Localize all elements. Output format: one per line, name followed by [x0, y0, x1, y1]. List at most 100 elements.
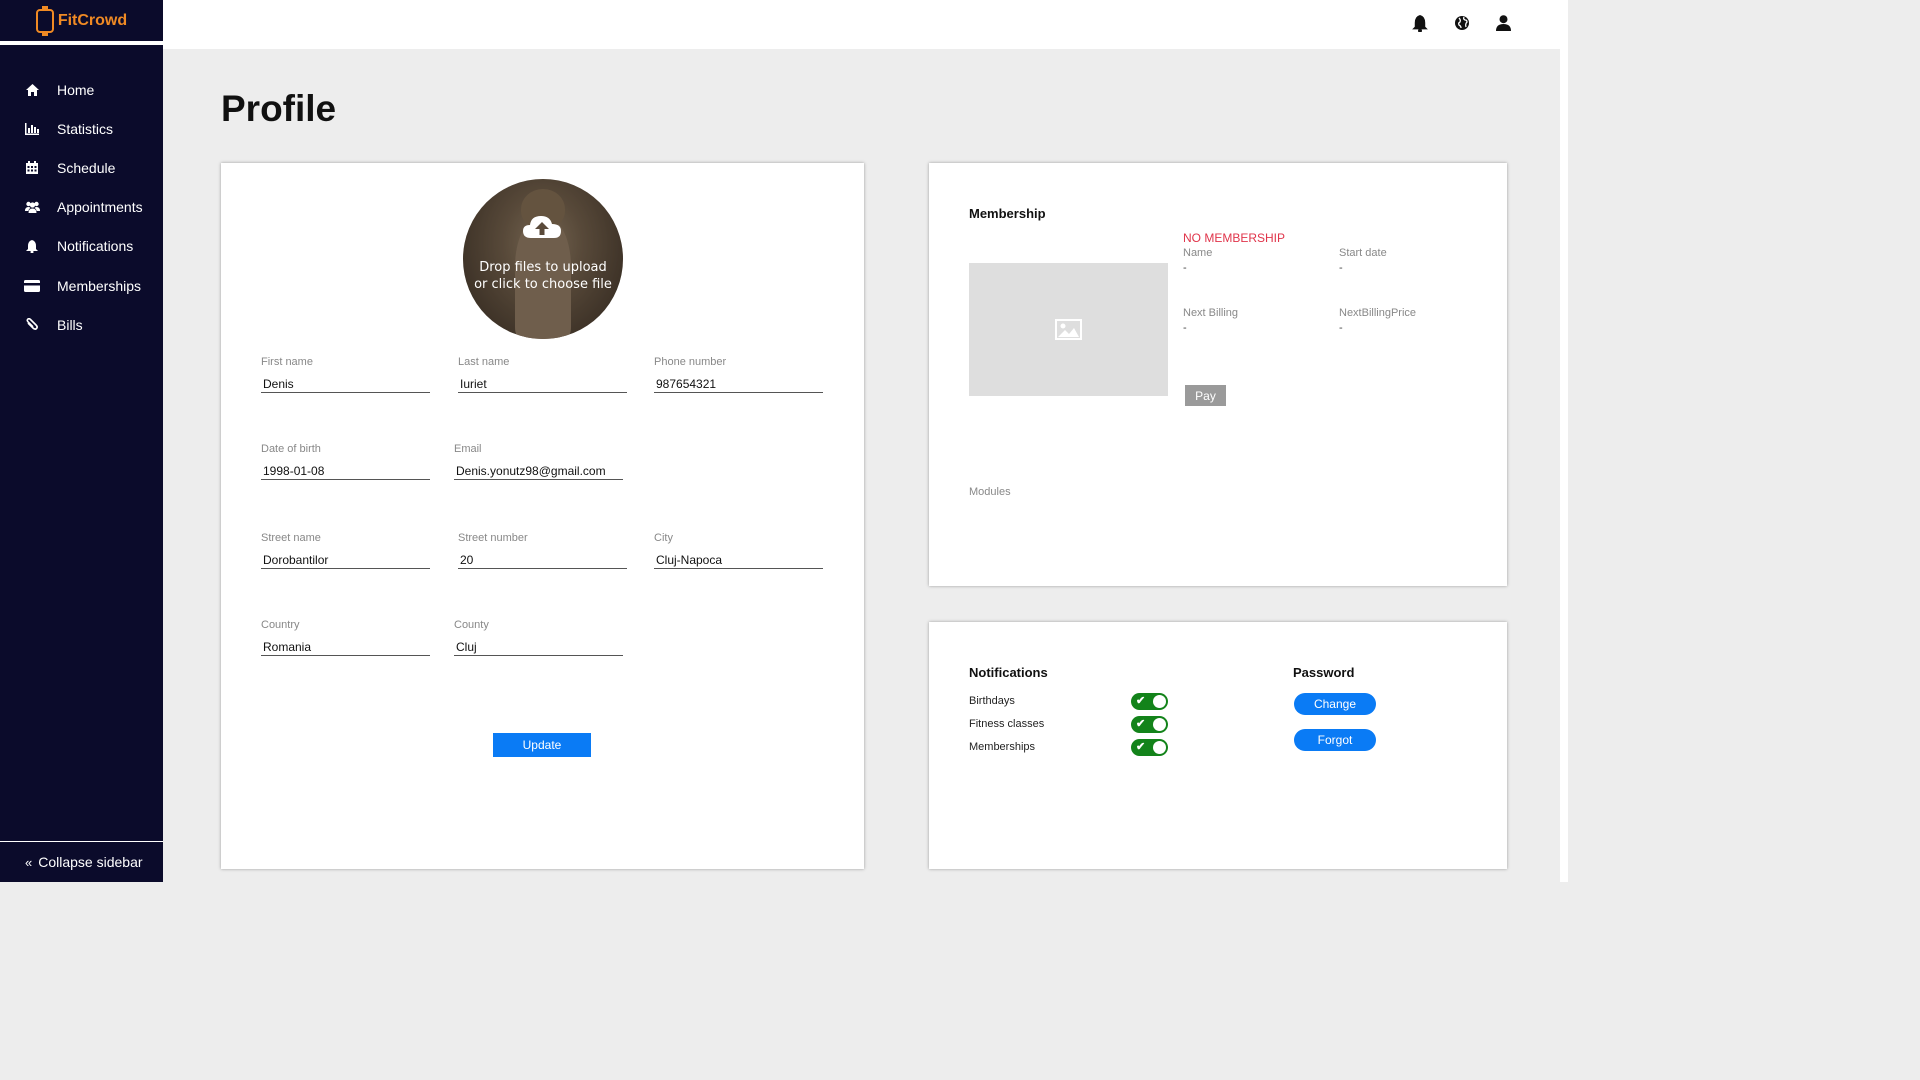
page-title: Profile	[221, 88, 337, 129]
sidebar-item-label: Bills	[57, 316, 83, 333]
street-number-label: Street number	[458, 532, 528, 544]
sidebar: FitCrowd Home Statistics Schedule Appoin…	[0, 0, 163, 882]
cloud-upload-icon	[523, 216, 561, 238]
toggle-knob	[1153, 718, 1166, 731]
image-icon	[1055, 319, 1082, 340]
start-date-value: -	[1339, 262, 1343, 274]
city-input[interactable]	[654, 553, 823, 569]
globe-icon[interactable]	[1454, 15, 1472, 33]
birthdays-toggle[interactable]: ✔	[1131, 693, 1168, 710]
update-button[interactable]: Update	[493, 733, 591, 757]
sidebar-item-label: Statistics	[57, 120, 114, 137]
next-billing-price-label: NextBillingPrice	[1339, 307, 1417, 319]
street-name-label: Street name	[261, 532, 321, 544]
double-chevron-left-icon: «	[25, 854, 33, 870]
users-icon	[24, 199, 40, 215]
sidebar-item-statistics[interactable]: Statistics	[0, 109, 163, 148]
email-input[interactable]	[454, 464, 623, 480]
date-of-birth-field: Date of birth	[261, 443, 430, 480]
modules-label: Modules	[969, 486, 1011, 498]
notification-memberships-label: Memberships	[969, 741, 1036, 753]
next-billing-label: Next Billing	[1183, 307, 1239, 319]
sidebar-item-memberships[interactable]: Memberships	[0, 266, 163, 305]
logo[interactable]: FitCrowd	[0, 0, 163, 45]
fitcrowd-logo-icon	[35, 5, 54, 36]
membership-card: Membership NO MEMBERSHIP Name - Start da…	[929, 163, 1507, 586]
check-icon: ✔	[1136, 741, 1146, 753]
check-icon: ✔	[1136, 718, 1146, 730]
sidebar-item-label: Memberships	[57, 277, 142, 294]
topbar	[163, 0, 1560, 49]
bar-chart-icon	[24, 121, 40, 137]
email-field: Email	[454, 443, 623, 480]
paperclip-icon	[24, 317, 40, 333]
city-label: City	[654, 532, 673, 544]
first-name-input[interactable]	[261, 377, 430, 393]
bell-icon	[24, 238, 40, 254]
county-field: County	[454, 619, 623, 656]
page-scrollbar[interactable]	[1560, 0, 1568, 882]
membership-status: NO MEMBERSHIP	[1183, 231, 1286, 245]
city-field: City	[654, 532, 823, 569]
phone-number-label: Phone number	[654, 356, 727, 368]
street-name-input[interactable]	[261, 553, 430, 569]
pay-button[interactable]: Pay	[1185, 385, 1226, 406]
profile-card: Drop files to upload or click to choose …	[221, 163, 864, 869]
app-name: FitCrowd	[57, 11, 128, 29]
toggle-knob	[1153, 741, 1166, 754]
country-label: Country	[261, 619, 300, 631]
street-name-field: Street name	[261, 532, 430, 569]
last-name-label: Last name	[458, 356, 510, 368]
user-icon[interactable]	[1496, 15, 1514, 33]
calendar-icon	[24, 160, 40, 176]
country-input[interactable]	[261, 640, 430, 656]
phone-number-input[interactable]	[654, 377, 823, 393]
membership-name-label: Name	[1183, 247, 1213, 259]
membership-image-placeholder	[969, 263, 1168, 396]
collapse-sidebar-label: Collapse sidebar	[38, 854, 143, 870]
sidebar-item-notifications[interactable]: Notifications	[0, 227, 163, 266]
sidebar-item-label: Notifications	[57, 238, 134, 255]
membership-name-value: -	[1183, 262, 1187, 274]
date-of-birth-input[interactable]	[261, 464, 430, 480]
sidebar-item-label: Appointments	[57, 199, 143, 216]
email-label: Email	[454, 443, 482, 455]
membership-title: Membership	[969, 206, 1046, 221]
next-billing-price-value: -	[1339, 322, 1343, 334]
password-title: Password	[1293, 665, 1355, 680]
bell-icon[interactable]	[1412, 15, 1430, 33]
sidebar-item-label: Home	[57, 81, 95, 98]
date-of-birth-label: Date of birth	[261, 443, 321, 455]
home-icon	[24, 82, 40, 98]
check-icon: ✔	[1136, 695, 1146, 707]
sidebar-item-label: Schedule	[57, 159, 116, 176]
collapse-sidebar-button[interactable]: « Collapse sidebar	[0, 841, 163, 882]
sidebar-item-bills[interactable]: Bills	[0, 305, 163, 344]
notification-fitness-classes-label: Fitness classes	[969, 718, 1045, 730]
notification-birthdays-label: Birthdays	[969, 695, 1015, 707]
notifications-title: Notifications	[969, 665, 1048, 680]
settings-card: Notifications Birthdays ✔ Fitness classe…	[929, 622, 1507, 869]
phone-number-field: Phone number	[654, 356, 823, 393]
county-label: County	[454, 619, 489, 631]
next-billing-value: -	[1183, 322, 1187, 334]
sidebar-nav: Home Statistics Schedule Appointments No…	[0, 70, 163, 344]
memberships-toggle[interactable]: ✔	[1131, 739, 1168, 756]
avatar-upload-dropzone[interactable]: Drop files to upload or click to choose …	[463, 179, 623, 339]
street-number-field: Street number	[458, 532, 627, 569]
upload-instructions: Drop files to upload or click to choose …	[474, 260, 612, 292]
county-input[interactable]	[454, 640, 623, 656]
fitness-classes-toggle[interactable]: ✔	[1131, 716, 1168, 733]
last-name-field: Last name	[458, 356, 627, 393]
forgot-password-button[interactable]: Forgot	[1294, 729, 1376, 751]
sidebar-item-home[interactable]: Home	[0, 70, 163, 109]
toggle-knob	[1153, 695, 1166, 708]
start-date-label: Start date	[1339, 247, 1387, 259]
sidebar-item-schedule[interactable]: Schedule	[0, 148, 163, 187]
street-number-input[interactable]	[458, 553, 627, 569]
change-password-button[interactable]: Change	[1294, 693, 1376, 715]
credit-card-icon	[24, 278, 40, 294]
sidebar-item-appointments[interactable]: Appointments	[0, 188, 163, 227]
first-name-label: First name	[261, 356, 313, 368]
last-name-input[interactable]	[458, 377, 627, 393]
